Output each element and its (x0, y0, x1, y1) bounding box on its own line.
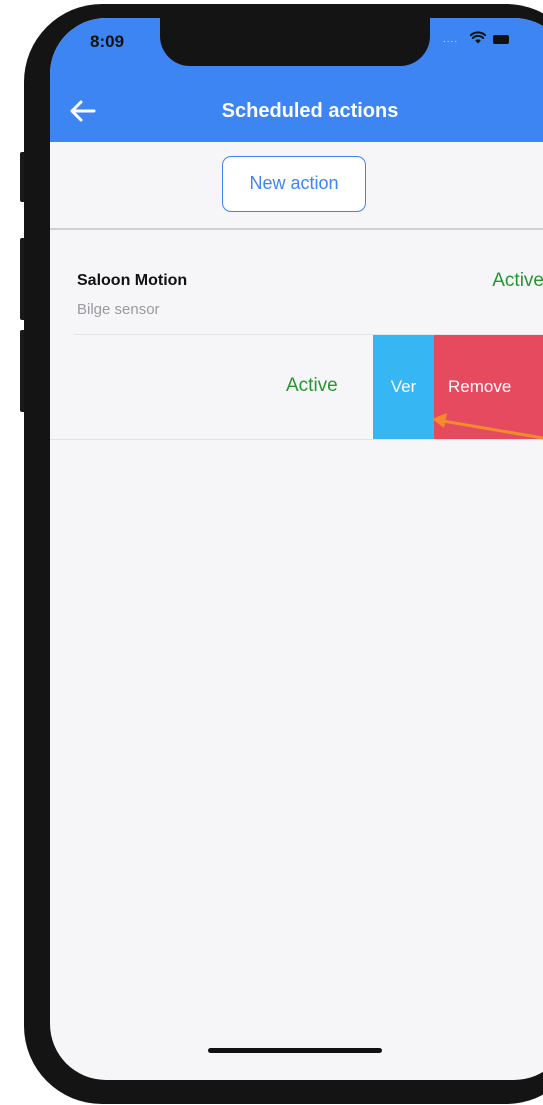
scheduled-actions-list: Saloon Motion Bilge sensor Active Active… (50, 230, 543, 440)
screenshot-canvas: 8:09 .... Scheduled actions New action S… (0, 0, 543, 1105)
page-title: Scheduled actions (221, 100, 399, 122)
actions-toolbar: New action (50, 142, 543, 230)
action-title: Saloon Motion (77, 272, 188, 289)
app-header: 8:09 .... Scheduled actions (50, 18, 543, 142)
new-action-button[interactable]: New action (222, 156, 366, 212)
wifi-icon (470, 31, 486, 44)
action-status: Active (286, 375, 338, 396)
view-action-button[interactable]: Ver (373, 335, 434, 439)
scheduled-action-row[interactable]: Saloon Motion Bilge sensor Active (74, 230, 543, 335)
swiped-scheduled-action-row[interactable]: Active Ver Remove (50, 335, 543, 440)
remove-action-button[interactable]: Remove (434, 335, 543, 439)
status-time: 8:09 (90, 32, 125, 51)
phone-notch (160, 18, 430, 66)
app-screen: 8:09 .... Scheduled actions New action S… (50, 18, 543, 1080)
home-indicator (208, 1048, 382, 1053)
action-subtitle: Bilge sensor (77, 301, 160, 318)
action-status: Active (492, 270, 543, 291)
battery-icon (493, 35, 509, 44)
status-signal-dots: .... (443, 34, 459, 45)
